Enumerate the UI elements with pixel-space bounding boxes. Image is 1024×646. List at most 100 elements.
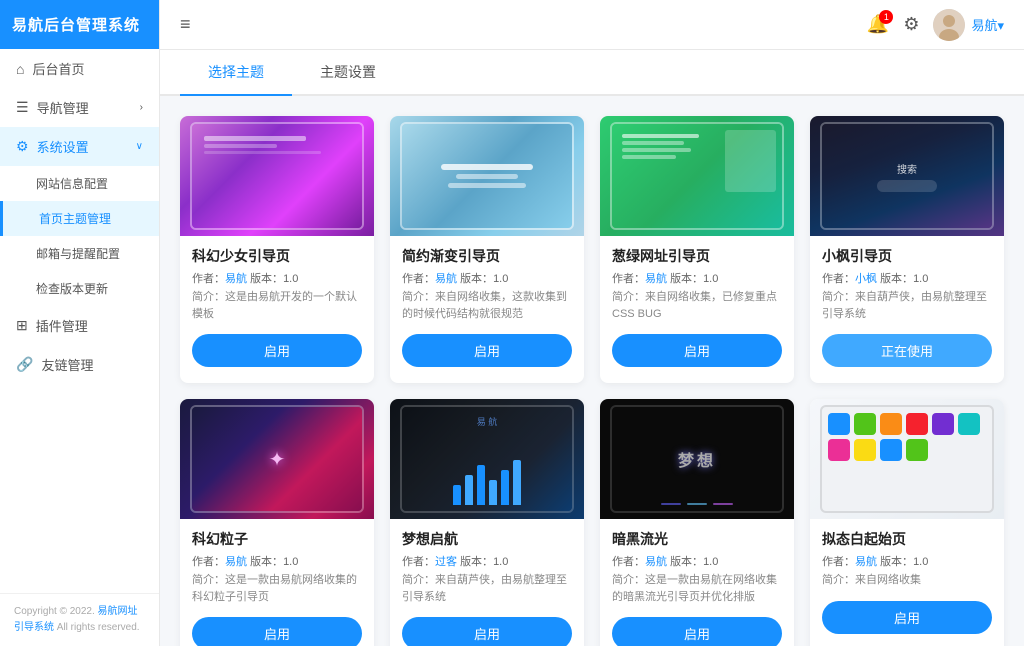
theme-title: 拟态白起始页 [822, 529, 992, 549]
theme-author-link[interactable]: 小枫 [855, 273, 877, 285]
theme-desc: 简介：来自葫芦侠，由易航整理至引导系统 [402, 572, 572, 605]
theme-active-button[interactable]: 正在使用 [822, 334, 992, 367]
theme-meta-author: 作者：易航 版本：1.0 [822, 553, 992, 569]
tab-label: 选择主题 [208, 64, 264, 80]
theme-info: 暗黑流光 作者：易航 版本：1.0 简介：这是一款由易航在网络收集的暗黑流光引导… [600, 519, 794, 605]
theme-author-link[interactable]: 易航 [225, 556, 247, 568]
notification-button[interactable]: 🔔 1 [867, 14, 889, 35]
submenu-label: 检查版本更新 [36, 282, 108, 296]
avatar-image [933, 9, 965, 41]
sidebar-sub-email[interactable]: 邮箱与提醒配置 [0, 236, 159, 271]
theme-author-link[interactable]: 易航 [855, 556, 877, 568]
theme-thumbnail [600, 116, 794, 236]
theme-info: 葱绿网址引导页 作者：易航 版本：1.0 简介：来自网络收集，已修复重点CSS … [600, 236, 794, 322]
theme-btn-wrap: 启用 [810, 589, 1004, 634]
theme-title: 梦想启航 [402, 529, 572, 549]
content-area: 选择主题 主题设置 [160, 50, 1024, 646]
theme-btn-wrap: 启用 [600, 605, 794, 646]
sidebar-sub-theme[interactable]: 首页主题管理 [0, 201, 159, 236]
chevron-right-icon: › [140, 102, 143, 113]
theme-enable-button[interactable]: 启用 [192, 617, 362, 646]
theme-grid: 科幻少女引导页 作者：易航 版本：1.0 简介：这是由易航开发的一个默认模板 启… [160, 96, 1024, 646]
tab-theme-settings[interactable]: 主题设置 [292, 50, 404, 96]
theme-meta-author: 作者：易航 版本：1.0 [612, 553, 782, 569]
tab-select-theme[interactable]: 选择主题 [180, 50, 292, 96]
theme-meta-author: 作者：易航 版本：1.0 [402, 270, 572, 286]
theme-title: 科幻粒子 [192, 529, 362, 549]
theme-title: 葱绿网址引导页 [612, 246, 782, 266]
theme-btn-wrap: 启用 [180, 605, 374, 646]
user-name: 易航▾ [971, 15, 1004, 34]
theme-info: 科幻粒子 作者：易航 版本：1.0 简介：这是一款由易航网络收集的科幻粒子引导页 [180, 519, 374, 605]
sidebar-item-friends[interactable]: 🔗 友链管理 [0, 345, 159, 384]
notification-badge: 1 [879, 10, 893, 24]
theme-info: 小枫引导页 作者：小枫 版本：1.0 简介：来自葫芦侠，由易航整理至引导系统 [810, 236, 1004, 322]
theme-desc: 简介：这是一款由易航在网络收集的暗黑流光引导页并优化排版 [612, 572, 782, 605]
theme-thumbnail [810, 399, 1004, 519]
tab-label: 主题设置 [320, 64, 376, 80]
nav-icon: ☰ [16, 99, 29, 116]
theme-enable-button[interactable]: 启用 [822, 601, 992, 634]
theme-desc: 简介：来自葫芦侠，由易航整理至引导系统 [822, 289, 992, 322]
theme-author-link[interactable]: 易航 [645, 556, 667, 568]
avatar [933, 9, 965, 41]
theme-info: 拟态白起始页 作者：易航 版本：1.0 简介：来自网络收集 [810, 519, 1004, 589]
sidebar-sub-version[interactable]: 检查版本更新 [0, 271, 159, 306]
theme-card-simple: 简约渐变引导页 作者：易航 版本：1.0 简介：来自网络收集，这款收集到的时候代… [390, 116, 584, 383]
theme-btn-wrap: 启用 [390, 322, 584, 367]
header-right: 🔔 1 ⚙ 易航▾ [867, 9, 1004, 41]
theme-desc: 简介：来自网络收集，已修复重点CSS BUG [612, 289, 782, 322]
theme-card-start: 拟态白起始页 作者：易航 版本：1.0 简介：来自网络收集 启用 [810, 399, 1004, 646]
theme-info: 简约渐变引导页 作者：易航 版本：1.0 简介：来自网络收集，这款收集到的时候代… [390, 236, 584, 322]
theme-enable-button[interactable]: 启用 [612, 617, 782, 646]
theme-title: 暗黑流光 [612, 529, 782, 549]
sidebar-item-label: 插件管理 [36, 316, 88, 335]
theme-thumbnail: 搜索 [810, 116, 1004, 236]
theme-author-link[interactable]: 易航 [225, 273, 247, 285]
theme-btn-wrap: 正在使用 [810, 322, 1004, 367]
theme-desc: 简介：来自网络收集，这款收集到的时候代码结构就很规范 [402, 289, 572, 322]
theme-btn-wrap: 启用 [180, 322, 374, 367]
home-icon: ⌂ [16, 61, 24, 77]
theme-author-link[interactable]: 易航 [645, 273, 667, 285]
theme-enable-button[interactable]: 启用 [612, 334, 782, 367]
theme-card-particle: ✦ 科幻粒子 作者：易航 版本：1.0 简介：这是一款由易航网络收集的科幻粒子引… [180, 399, 374, 646]
theme-card-xiaofeng: 搜索 小枫引导页 作者：小枫 版本：1.0 简介：来自葫芦侠，由易航整理至引导系… [810, 116, 1004, 383]
theme-info: 科幻少女引导页 作者：易航 版本：1.0 简介：这是由易航开发的一个默认模板 [180, 236, 374, 322]
theme-enable-button[interactable]: 启用 [402, 617, 572, 646]
settings-button[interactable]: ⚙ [903, 14, 919, 35]
user-avatar-area[interactable]: 易航▾ [933, 9, 1004, 41]
theme-author-link[interactable]: 过客 [435, 556, 457, 568]
theme-title: 小枫引导页 [822, 246, 992, 266]
sidebar-item-nav[interactable]: ☰ 导航管理 › [0, 88, 159, 127]
sidebar-item-label: 友链管理 [41, 355, 93, 374]
submenu-label: 首页主题管理 [39, 212, 111, 226]
theme-btn-wrap: 启用 [600, 322, 794, 367]
theme-thumbnail: ✦ [180, 399, 374, 519]
theme-desc: 简介：这是一款由易航网络收集的科幻粒子引导页 [192, 572, 362, 605]
sidebar-item-label: 导航管理 [37, 98, 89, 117]
theme-card-scifi-girl: 科幻少女引导页 作者：易航 版本：1.0 简介：这是由易航开发的一个默认模板 启… [180, 116, 374, 383]
sidebar-item-plugin[interactable]: ⊞ 插件管理 [0, 306, 159, 345]
sidebar-sub-site-info[interactable]: 网站信息配置 [0, 166, 159, 201]
menu-toggle-button[interactable]: ≡ [180, 14, 191, 35]
plugin-icon: ⊞ [16, 317, 28, 334]
theme-desc: 简介：来自网络收集 [822, 572, 992, 589]
submenu-label: 邮箱与提醒配置 [36, 247, 120, 261]
theme-btn-wrap: 启用 [390, 605, 584, 646]
main-wrap: ≡ 🔔 1 ⚙ 易航▾ [160, 0, 1024, 646]
sidebar-item-settings[interactable]: ⚙ 系统设置 ∨ [0, 127, 159, 166]
theme-card-dark: 梦想 暗黑流光 作者：易航 版本：1.0 [600, 399, 794, 646]
theme-enable-button[interactable]: 启用 [192, 334, 362, 367]
theme-author-link[interactable]: 易航 [435, 273, 457, 285]
theme-thumbnail [390, 116, 584, 236]
theme-enable-button[interactable]: 启用 [402, 334, 572, 367]
sidebar-item-home[interactable]: ⌂ 后台首页 [0, 49, 159, 88]
sidebar-logo: 易航后台管理系统 [0, 0, 159, 49]
theme-card-green: 葱绿网址引导页 作者：易航 版本：1.0 简介：来自网络收集，已修复重点CSS … [600, 116, 794, 383]
chevron-down-icon: ∨ [136, 141, 143, 152]
sidebar-copyright: Copyright © 2022. 易航网址引导系统 All rights re… [0, 593, 159, 646]
theme-card-dream: 易 航 梦想启航 作者：过客 版本：1.0 简介：来自葫芦侠，由易航整理至引导系… [390, 399, 584, 646]
link-icon: 🔗 [16, 356, 33, 373]
header-left: ≡ [180, 14, 191, 35]
